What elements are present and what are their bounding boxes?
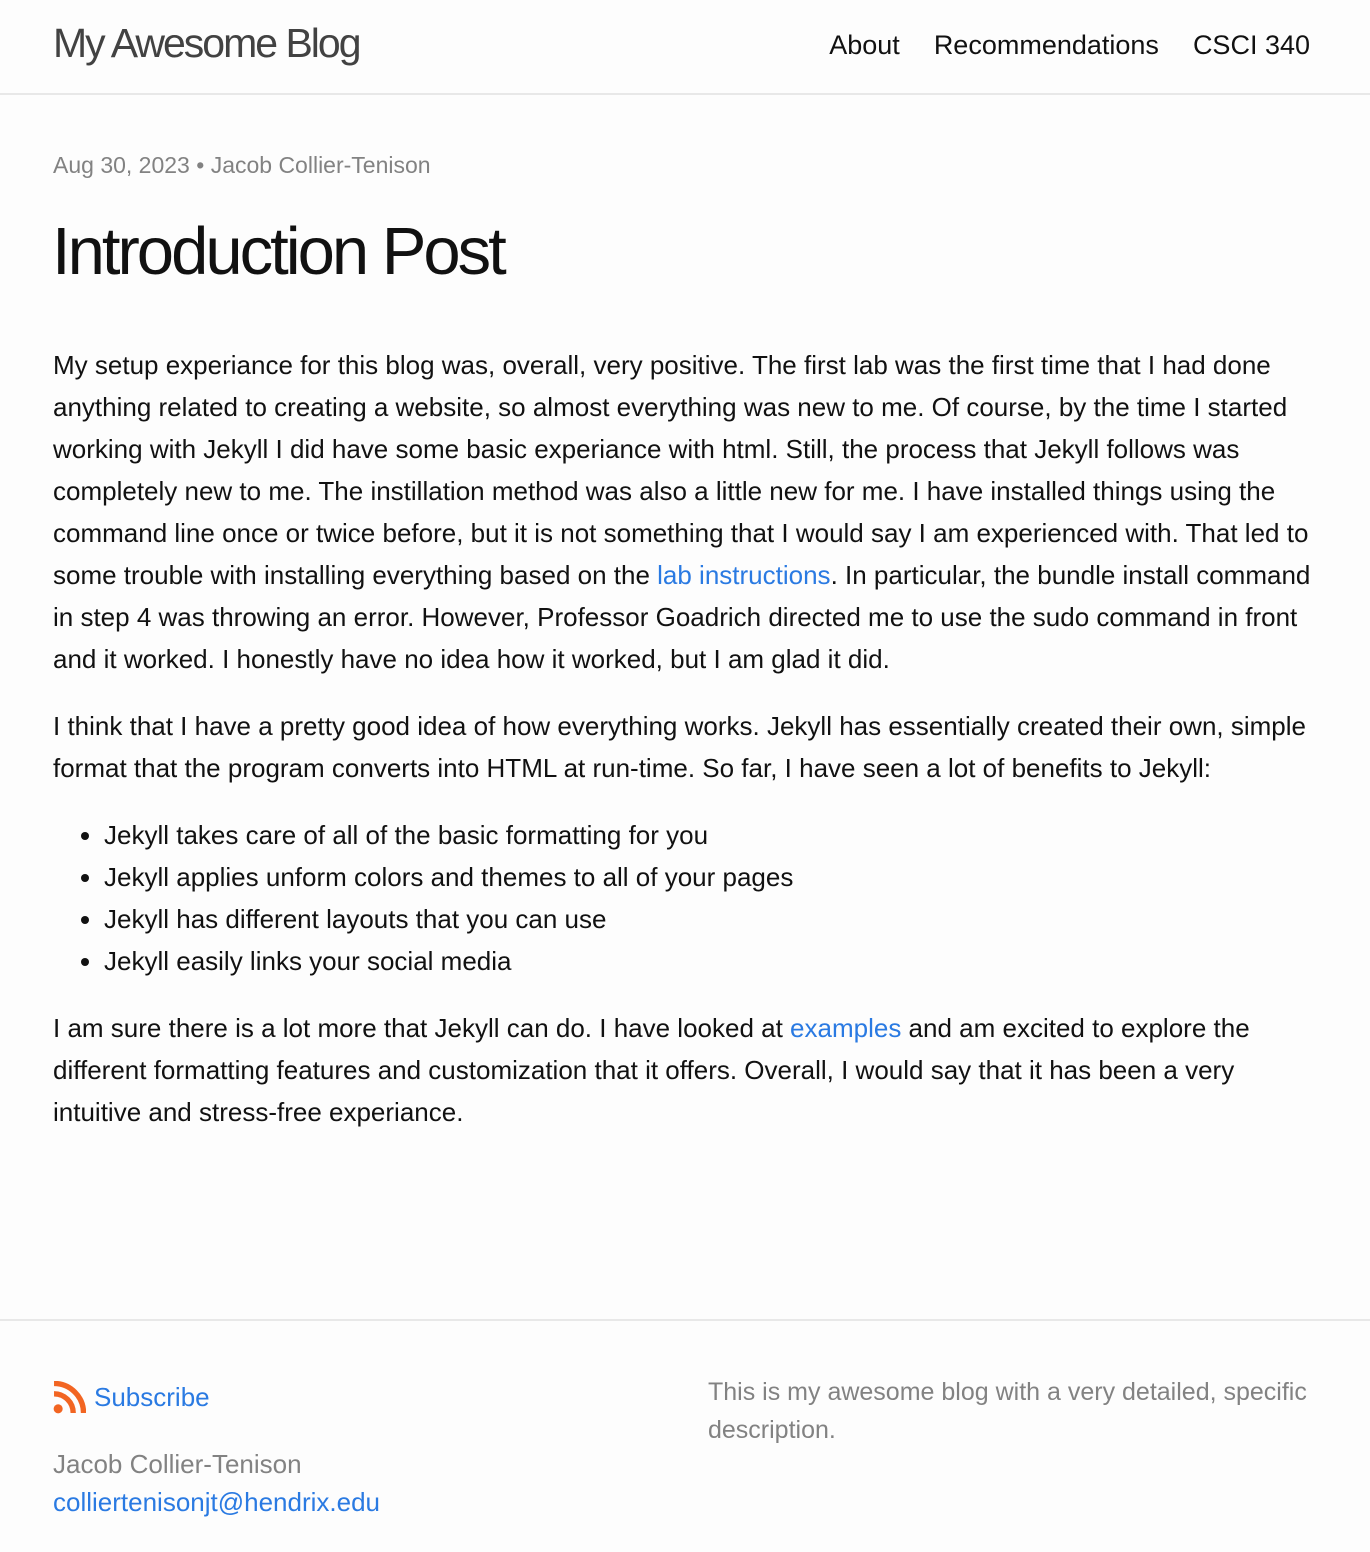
post-title: Introduction Post bbox=[52, 214, 507, 289]
site-title[interactable]: My Awesome Blog bbox=[53, 20, 362, 67]
paragraph-overview: I think that I have a pretty good idea o… bbox=[53, 711, 1306, 783]
meta-separator: • bbox=[196, 152, 205, 178]
nav-csci-340[interactable]: CSCI 340 bbox=[1193, 30, 1310, 61]
site-footer: Subscribe Jacob Collier-Tenison colliert… bbox=[0, 1319, 1370, 1552]
footer-description: This is my awesome blog with a very deta… bbox=[708, 1378, 1307, 1444]
paragraph-setup: My setup experiance for this blog was, o… bbox=[53, 344, 1315, 680]
post-content: My setup experiance for this blog was, o… bbox=[53, 344, 1315, 1158]
site-header: My Awesome Blog About Recommendations CS… bbox=[0, 0, 1370, 95]
list-item: Jekyll has different layouts that you ca… bbox=[104, 898, 1315, 940]
post-author: Jacob Collier-Tenison bbox=[210, 152, 431, 178]
rss-icon bbox=[53, 1380, 87, 1414]
nav-about[interactable]: About bbox=[829, 30, 900, 61]
subscribe-label: Subscribe bbox=[94, 1382, 210, 1412]
site-nav: About Recommendations CSCI 340 bbox=[829, 30, 1310, 61]
subscribe-link[interactable]: Subscribe bbox=[53, 1380, 210, 1414]
paragraph-conclusion: I am sure there is a lot more that Jekyl… bbox=[53, 1007, 1315, 1133]
post-date: Aug 30, 2023 bbox=[53, 152, 190, 178]
list-item: Jekyll easily links your social media bbox=[104, 940, 1315, 982]
footer-email-link[interactable]: colliertenisonjt@hendrix.edu bbox=[53, 1487, 380, 1518]
footer-author-name: Jacob Collier-Tenison bbox=[53, 1449, 302, 1479]
post-meta: Aug 30, 2023 • Jacob Collier-Tenison bbox=[53, 152, 431, 179]
paragraph-text: I am sure there is a lot more that Jekyl… bbox=[53, 1013, 791, 1043]
nav-recommendations[interactable]: Recommendations bbox=[934, 30, 1159, 61]
benefits-list: Jekyll takes care of all of the basic fo… bbox=[53, 814, 1315, 982]
list-item: Jekyll takes care of all of the basic fo… bbox=[104, 814, 1315, 856]
lab-instructions-link[interactable]: lab instructions bbox=[657, 560, 830, 590]
list-item: Jekyll applies unform colors and themes … bbox=[104, 856, 1315, 898]
examples-link[interactable]: examples bbox=[790, 1013, 901, 1043]
paragraph-text: My setup experiance for this blog was, o… bbox=[53, 350, 1309, 590]
